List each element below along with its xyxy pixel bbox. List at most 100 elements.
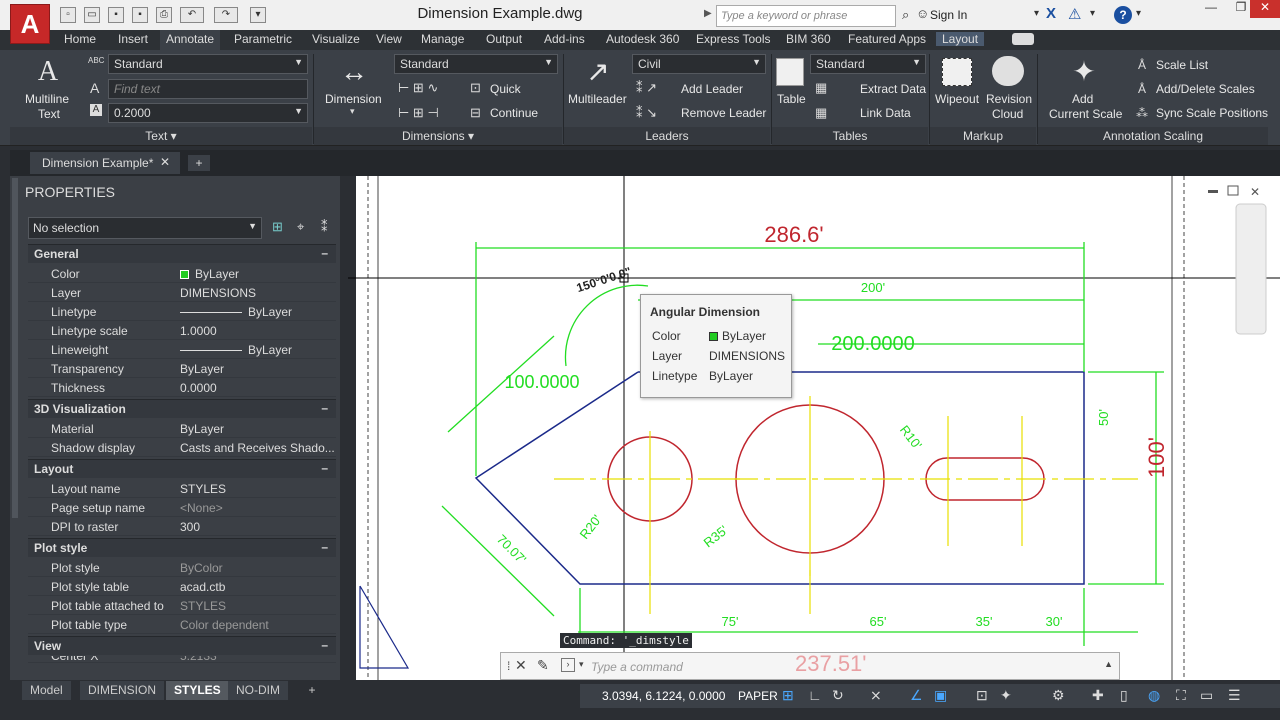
search-input[interactable]: Type a keyword or phrase [716, 5, 896, 27]
qat-dropdown-icon[interactable]: ▾ [250, 7, 266, 23]
customize-wrench-icon[interactable]: ✎ [537, 657, 549, 674]
property-row[interactable]: DPI to raster 300 [28, 517, 336, 536]
a360-dropdown-icon[interactable]: ▾ [1090, 8, 1095, 19]
plot-icon[interactable]: ⎙ [156, 7, 172, 23]
redo-icon[interactable]: ↷ [214, 7, 238, 23]
scale-list-icon[interactable]: Å [1138, 58, 1146, 72]
navigation-bar[interactable] [1235, 203, 1267, 335]
continue-dim-icon[interactable]: ⊟ [470, 105, 481, 121]
save-icon[interactable]: ▪ [108, 7, 124, 23]
workspace-gear-icon[interactable]: ⚙ [1052, 687, 1065, 704]
application-menu-button[interactable]: A [10, 4, 50, 44]
help-icon[interactable]: ? [1114, 6, 1132, 24]
layout-tab-styles[interactable]: STYLES [166, 681, 229, 700]
add-scale-label-2[interactable]: Current Scale [1049, 107, 1122, 121]
property-value[interactable]: ByLayer [180, 362, 336, 376]
property-value[interactable]: 1.0000 [180, 324, 336, 338]
ribbon-tab-autodesk-360[interactable]: Autodesk 360 [600, 32, 685, 46]
new-tab-plus-icon[interactable]: + [188, 155, 210, 171]
collapse-icon[interactable]: – [321, 246, 328, 260]
toggle-pickadd-icon[interactable]: ⊞ [272, 219, 283, 235]
multiline-text-button-label-1[interactable]: Multiline [25, 92, 69, 106]
section-plot[interactable]: Plot style – [28, 538, 336, 557]
markup-panel-title[interactable]: Markup [930, 127, 1036, 145]
property-value[interactable]: STYLES [180, 599, 336, 613]
property-row[interactable]: Lineweight ByLayer [28, 340, 336, 359]
ribbon-tab-output[interactable]: Output [480, 32, 528, 46]
selection-cycling-icon[interactable]: ⊡ [976, 687, 988, 704]
text-panel-title[interactable]: Text ▾ [10, 127, 312, 145]
command-input[interactable]: Type a command [591, 660, 683, 674]
save-as-icon[interactable]: ▪ [132, 7, 148, 23]
collapse-icon[interactable]: – [321, 401, 328, 415]
extract-data-icon[interactable]: ▦ [815, 80, 827, 96]
wipeout-button-label[interactable]: Wipeout [935, 92, 979, 106]
polar-icon[interactable]: ↻ [832, 687, 844, 704]
property-row[interactable]: Plot style ByColor [28, 558, 336, 577]
viewport-window-controls[interactable]: ✕ [1208, 185, 1260, 199]
help-dropdown-icon[interactable]: ▾ [1136, 8, 1141, 19]
lineweight-icon[interactable]: ∠ [910, 687, 923, 704]
new-file-icon[interactable]: ▫ [60, 7, 76, 23]
ribbon-tab-insert[interactable]: Insert [112, 32, 154, 46]
sync-scale-icon[interactable]: ⁂ [1136, 106, 1148, 120]
annotation-monitor-icon[interactable]: ✚ [1092, 687, 1104, 704]
chevron-up-icon[interactable]: ▲ [1104, 659, 1113, 669]
layout-tab-dimension[interactable]: DIMENSION [80, 681, 165, 700]
section-view[interactable]: View – [28, 636, 336, 655]
property-value[interactable]: 0.0000 [180, 381, 336, 395]
collapse-icon[interactable]: – [321, 461, 328, 475]
add-leader-button[interactable]: Add Leader [681, 82, 743, 96]
user-icon[interactable]: ☺ [916, 6, 929, 21]
continue-dim-button[interactable]: Continue [490, 106, 538, 120]
hardware-acceleration-icon[interactable]: ⛶ [1176, 687, 1186, 704]
property-value[interactable]: ByLayer [180, 267, 336, 281]
property-row[interactable]: Plot style table acad.ctb [28, 577, 336, 596]
layout-tab-model[interactable]: Model [22, 681, 71, 700]
file-tab[interactable]: Dimension Example* ✕ [30, 152, 180, 174]
add-delete-scales-button[interactable]: Add/Delete Scales [1156, 82, 1255, 96]
transparency-icon[interactable]: ▣ [934, 687, 947, 704]
property-value[interactable]: Casts and Receives Shado... [180, 441, 336, 455]
property-row[interactable]: Transparency ByLayer [28, 359, 336, 378]
property-value[interactable]: STYLES [180, 482, 336, 496]
dimensions-panel-title[interactable]: Dimensions ▾ [314, 127, 562, 145]
property-row[interactable]: Color ByLayer [28, 264, 336, 283]
table-icon[interactable] [776, 58, 804, 86]
property-row[interactable]: Plot table type Color dependent [28, 615, 336, 634]
model-paper-toggle[interactable]: PAPER [738, 689, 778, 703]
property-value[interactable]: DIMENSIONS [180, 286, 336, 300]
section-viz3d[interactable]: 3D Visualization – [28, 399, 336, 418]
leader-style-dropdown[interactable]: Civil ▼ [632, 54, 766, 74]
link-data-button[interactable]: Link Data [860, 106, 911, 120]
property-row[interactable]: Layout name STYLES [28, 479, 336, 498]
dim-tools-icons-2[interactable]: ⊢ ⊞ ⊣ [398, 105, 439, 121]
chevron-down-icon[interactable]: ▾ [579, 659, 584, 670]
extract-data-button[interactable]: Extract Data [860, 82, 926, 96]
ribbon-tab-manage[interactable]: Manage [415, 32, 470, 46]
coordinates-readout[interactable]: 3.0394, 6.1224, 0.0000 [602, 689, 725, 703]
property-row[interactable]: Layer DIMENSIONS [28, 283, 336, 302]
leaders-panel-title[interactable]: Leaders [564, 127, 770, 145]
section-general[interactable]: General – [28, 244, 336, 263]
annotation-scaling-panel-title[interactable]: Annotation Scaling [1038, 127, 1268, 145]
units-icon[interactable]: ▯ [1120, 687, 1128, 704]
section-layout[interactable]: Layout – [28, 459, 336, 478]
dimension-icon[interactable]: ↔ [338, 56, 370, 88]
ribbon-toggle-icon[interactable] [1012, 33, 1034, 45]
select-objects-icon[interactable]: ⌖ [297, 219, 304, 235]
property-row[interactable]: Page setup name <None> [28, 498, 336, 517]
link-data-icon[interactable]: ▦ [815, 105, 827, 121]
close-icon[interactable]: ✕ [1250, 0, 1280, 18]
quick-select-icon[interactable]: ⁑ [321, 219, 328, 235]
revision-cloud-label-1[interactable]: Revision [986, 92, 1032, 106]
leader-align-icon[interactable]: ⁑ ↗ [636, 80, 657, 96]
binoculars-icon[interactable]: ⌕ [902, 7, 909, 23]
property-row[interactable]: Center X 5.2133 [28, 656, 336, 663]
ribbon-tab-featured-apps[interactable]: Featured Apps [842, 32, 932, 46]
sync-scale-positions-button[interactable]: Sync Scale Positions [1156, 106, 1268, 120]
property-value[interactable]: ByLayer [180, 343, 336, 357]
clean-screen-icon[interactable]: ▭ [1200, 687, 1213, 704]
grid-icon[interactable]: ⊞ [782, 687, 794, 704]
property-row[interactable]: Linetype scale 1.0000 [28, 321, 336, 340]
